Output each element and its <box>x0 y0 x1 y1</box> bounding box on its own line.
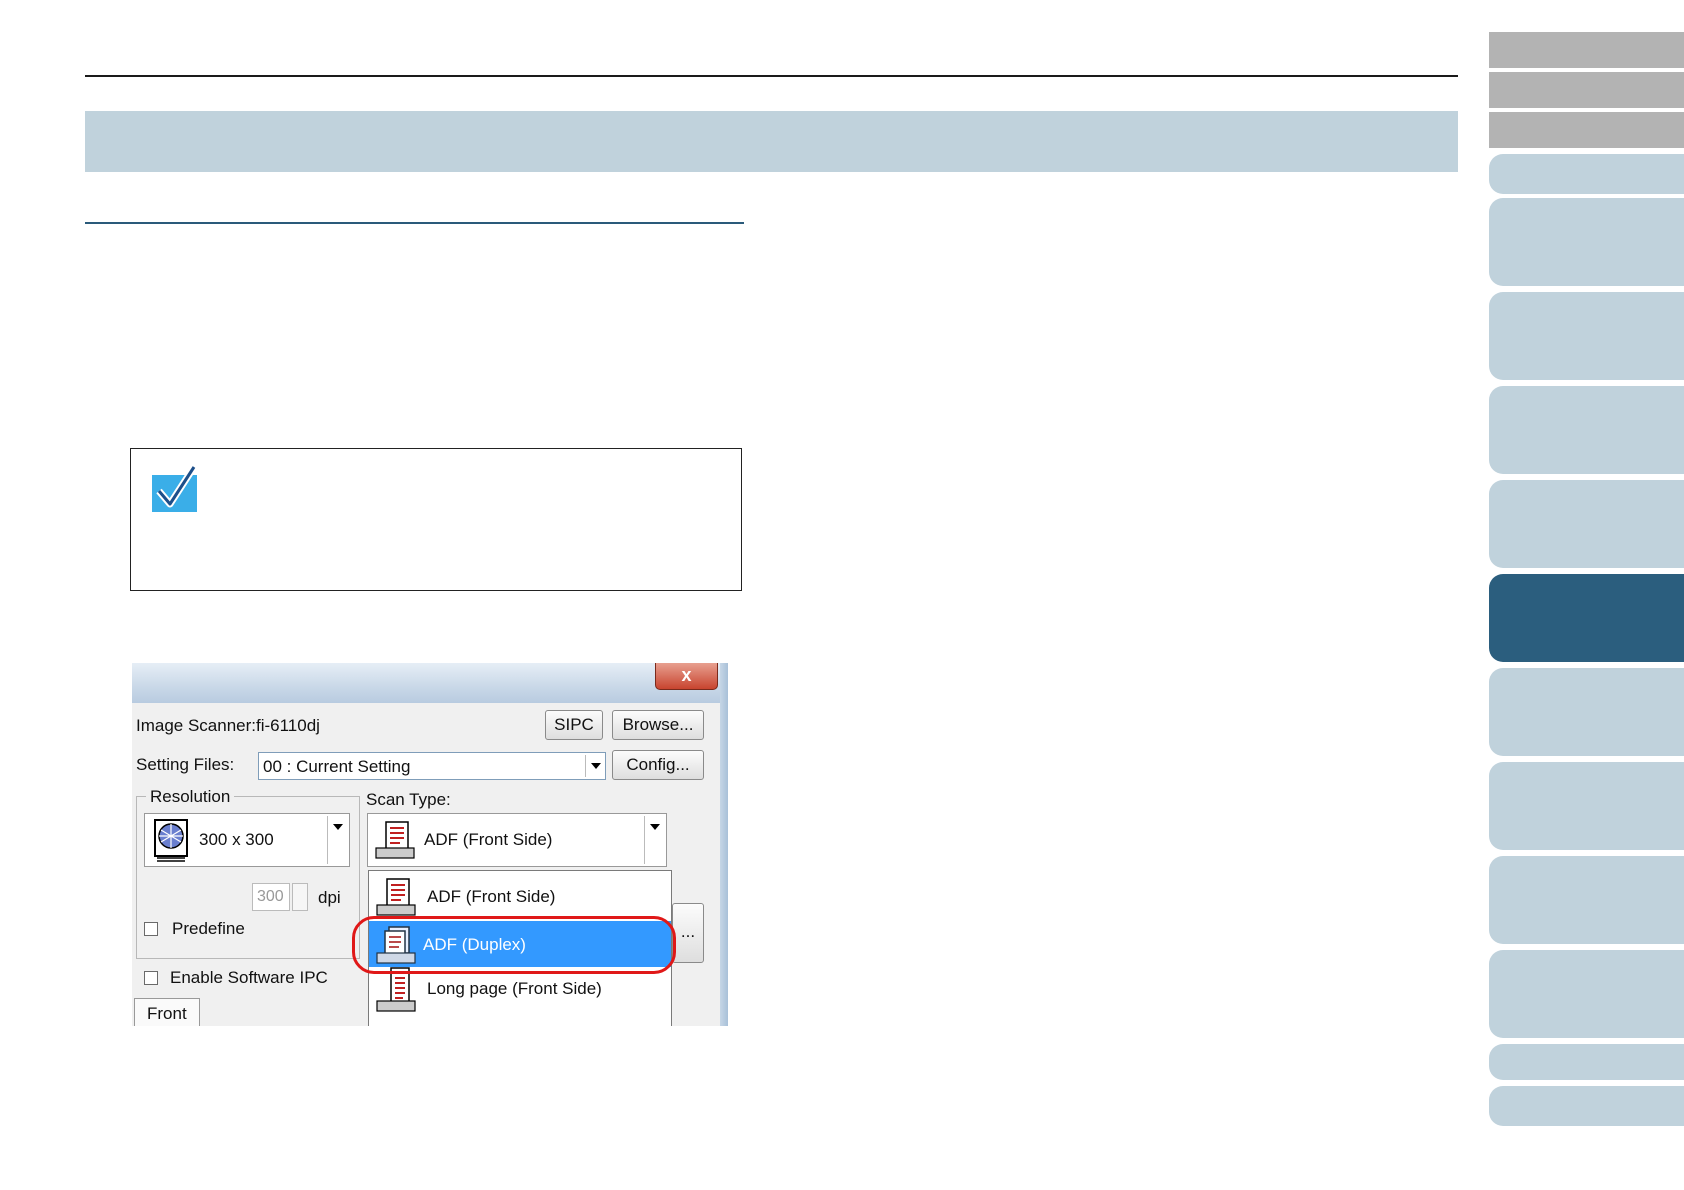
side-tab-1[interactable] <box>1489 154 1684 194</box>
scan-type-label: Scan Type: <box>366 790 451 809</box>
chevron-down-icon[interactable] <box>644 816 664 864</box>
side-tab-2[interactable] <box>1489 198 1684 286</box>
scan-type-select[interactable]: ADF (Front Side) <box>367 813 667 867</box>
scanner-dialog: x Image Scanner: fi-6110dj SIPC Browse..… <box>132 663 728 1026</box>
predefine-label: Predefine <box>172 919 245 938</box>
enable-ipc-label: Enable Software IPC <box>170 968 328 987</box>
predefine-checkbox[interactable] <box>144 922 158 936</box>
side-tab-top-3[interactable] <box>1489 112 1684 148</box>
dpi-input[interactable]: 300 <box>252 883 290 911</box>
setting-files-value: 00 : Current Setting <box>263 757 411 776</box>
resolution-icon <box>154 819 188 862</box>
front-tab[interactable]: Front <box>134 998 200 1026</box>
side-tab-11[interactable] <box>1489 1044 1684 1080</box>
browse-button[interactable]: Browse... <box>612 710 704 740</box>
side-tab-6-active[interactable] <box>1489 574 1684 662</box>
option-label: Long page (Front Side) <box>427 979 602 998</box>
side-tab-7[interactable] <box>1489 668 1684 756</box>
side-tab-12[interactable] <box>1489 1086 1684 1126</box>
checkmark-icon <box>152 465 197 512</box>
config-button[interactable]: Config... <box>612 750 704 780</box>
note-box <box>130 448 742 591</box>
dialog-titlebar <box>132 663 728 703</box>
setting-files-label: Setting Files: <box>136 755 235 774</box>
scan-type-value: ADF (Front Side) <box>424 830 553 849</box>
ellipsis-button[interactable]: ... <box>672 903 704 963</box>
section-rule <box>85 222 744 224</box>
side-tab-3[interactable] <box>1489 292 1684 380</box>
header-rule <box>85 75 1458 77</box>
option-label: ADF (Front Side) <box>427 887 556 906</box>
side-tab-4[interactable] <box>1489 386 1684 474</box>
resolution-select[interactable]: 300 x 300 <box>144 813 350 867</box>
chevron-down-icon[interactable] <box>327 816 347 864</box>
dialog-frame-edge <box>720 663 728 1026</box>
sipc-button[interactable]: SIPC <box>545 710 603 740</box>
side-tab-top-1[interactable] <box>1489 32 1684 68</box>
dpi-input-value: 300 <box>257 888 284 905</box>
dpi-unit-label: dpi <box>318 888 341 907</box>
image-scanner-value: fi-6110dj <box>256 716 320 735</box>
side-tab-top-2[interactable] <box>1489 72 1684 108</box>
dropdown-option-adf-front[interactable]: ADF (Front Side) <box>369 873 671 919</box>
close-button[interactable]: x <box>655 663 718 690</box>
resolution-label: Resolution <box>146 787 235 807</box>
enable-ipc-checkbox[interactable] <box>144 971 158 985</box>
chevron-down-icon[interactable] <box>585 755 605 777</box>
setting-files-select[interactable]: 00 : Current Setting <box>258 752 606 780</box>
side-tab-8[interactable] <box>1489 762 1684 850</box>
callout-highlight-ring <box>352 916 676 974</box>
adf-front-icon <box>376 878 416 916</box>
side-tab-5[interactable] <box>1489 480 1684 568</box>
side-tab-10[interactable] <box>1489 950 1684 1038</box>
image-scanner-label: Image Scanner: <box>136 716 257 735</box>
resolution-value: 300 x 300 <box>199 830 274 849</box>
title-band <box>85 111 1458 172</box>
dpi-spinner[interactable] <box>292 883 308 911</box>
front-tab-label: Front <box>147 1004 187 1023</box>
side-tab-9[interactable] <box>1489 856 1684 944</box>
adf-front-icon <box>375 821 415 859</box>
